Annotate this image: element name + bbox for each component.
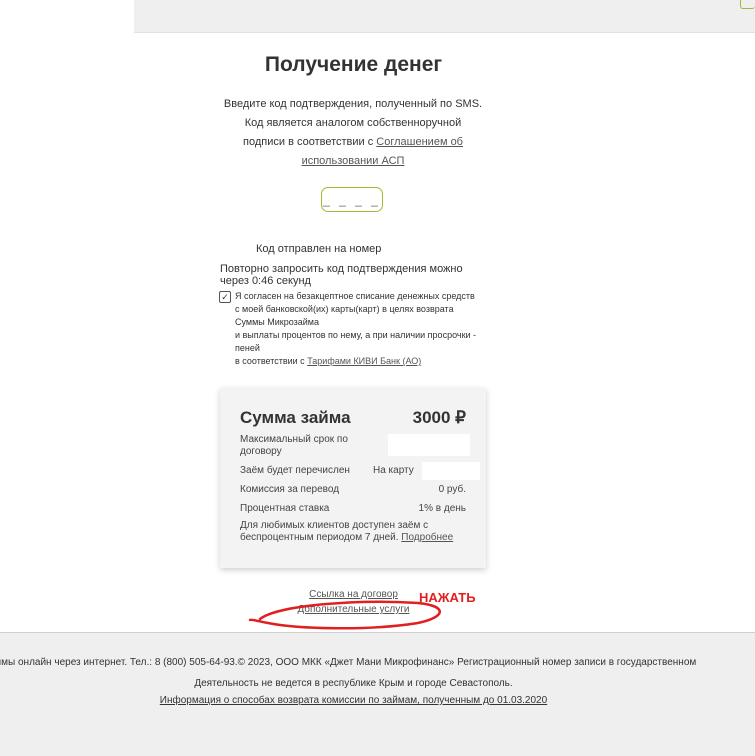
rate-value: 1% в день: [418, 503, 466, 514]
transfer-value: На карту: [373, 465, 414, 476]
red-circle-annotation: [248, 600, 441, 630]
intro-line-3: подписи в соответствии с Соглашением об: [210, 133, 496, 152]
consent-checkbox[interactable]: ✓: [219, 291, 231, 303]
top-bar: [134, 0, 755, 33]
asp-agreement-link[interactable]: Соглашением об: [376, 136, 463, 148]
loan-title: Сумма займа: [240, 408, 351, 427]
consent-line-4: и выплаты процентов по нему, а при налич…: [235, 330, 477, 340]
intro-line-3-prefix: подписи в соответствии с: [243, 136, 377, 148]
footer-region-note: Деятельность не ведется в республике Кры…: [194, 678, 513, 689]
loan-summary-card: Сумма займа 3000 ₽ Максимальный срок по …: [220, 388, 486, 568]
footer: аймы онлайн через интернет. Тел.: 8 (800…: [0, 632, 755, 756]
consent-line-3: Суммы Микрозайма: [235, 317, 319, 327]
consent-line-2: с моей банковской(их) карты(карт) в целя…: [235, 304, 454, 314]
resend-timer-text: Повторно запросить код подтверждения мож…: [220, 263, 463, 287]
asp-agreement-link-cont[interactable]: использовании АСП: [302, 155, 405, 167]
transfer-label: Заём будет перечислен: [240, 465, 350, 476]
page-title: Получение денег: [264, 53, 443, 76]
consent-line-5: пеней: [235, 343, 260, 353]
consent-text: Я согласен на безакцептное списание дене…: [235, 290, 489, 368]
promo-line-2-prefix: беспроцентным периодом 7 дней.: [240, 532, 402, 543]
sms-code-input[interactable]: _ _ _ _: [321, 187, 383, 212]
consent-line-1: Я согласен на безакцептное списание дене…: [235, 291, 475, 301]
max-term-line-2: договору: [240, 446, 282, 457]
promo-line-1: Для любимых клиентов доступен заём с: [240, 520, 429, 531]
code-sent-text: Код отправлен на номер: [256, 243, 382, 255]
max-term-label: Максимальный срок по договору: [240, 434, 348, 458]
commission-value: 0 руб.: [438, 484, 466, 495]
top-bar-button[interactable]: [740, 0, 755, 9]
rate-label: Процентная ставка: [240, 503, 330, 514]
footer-company-info: аймы онлайн через интернет. Тел.: 8 (800…: [0, 657, 697, 668]
card-number-box: [422, 462, 480, 480]
commission-label: Комиссия за перевод: [240, 484, 340, 495]
commission-refund-link[interactable]: Информация о способах возврата комиссии …: [0, 695, 707, 706]
intro-text: Введите код подтверждения, полученный по…: [210, 95, 496, 171]
loan-amount: 3000 ₽: [412, 408, 466, 427]
max-term-line-1: Максимальный срок по: [240, 434, 348, 445]
intro-line-1: Введите код подтверждения, полученный по…: [223, 98, 483, 110]
more-info-link[interactable]: Подробнее: [401, 532, 453, 543]
max-term-value-box: [388, 434, 470, 456]
tariffs-link[interactable]: Тарифами КИВИ Банк (АО): [307, 356, 421, 366]
consent-line-6: в соответствии с Тарифами КИВИ Банк (АО): [235, 355, 489, 368]
promo-line-2: беспроцентным периодом 7 дней. Подробнее: [240, 532, 480, 544]
consent-line-6-prefix: в соответствии с: [235, 356, 308, 366]
intro-line-2: Код является аналогом собственноручной: [244, 117, 462, 129]
promo-text: Для любимых клиентов доступен заём с бес…: [240, 520, 480, 544]
